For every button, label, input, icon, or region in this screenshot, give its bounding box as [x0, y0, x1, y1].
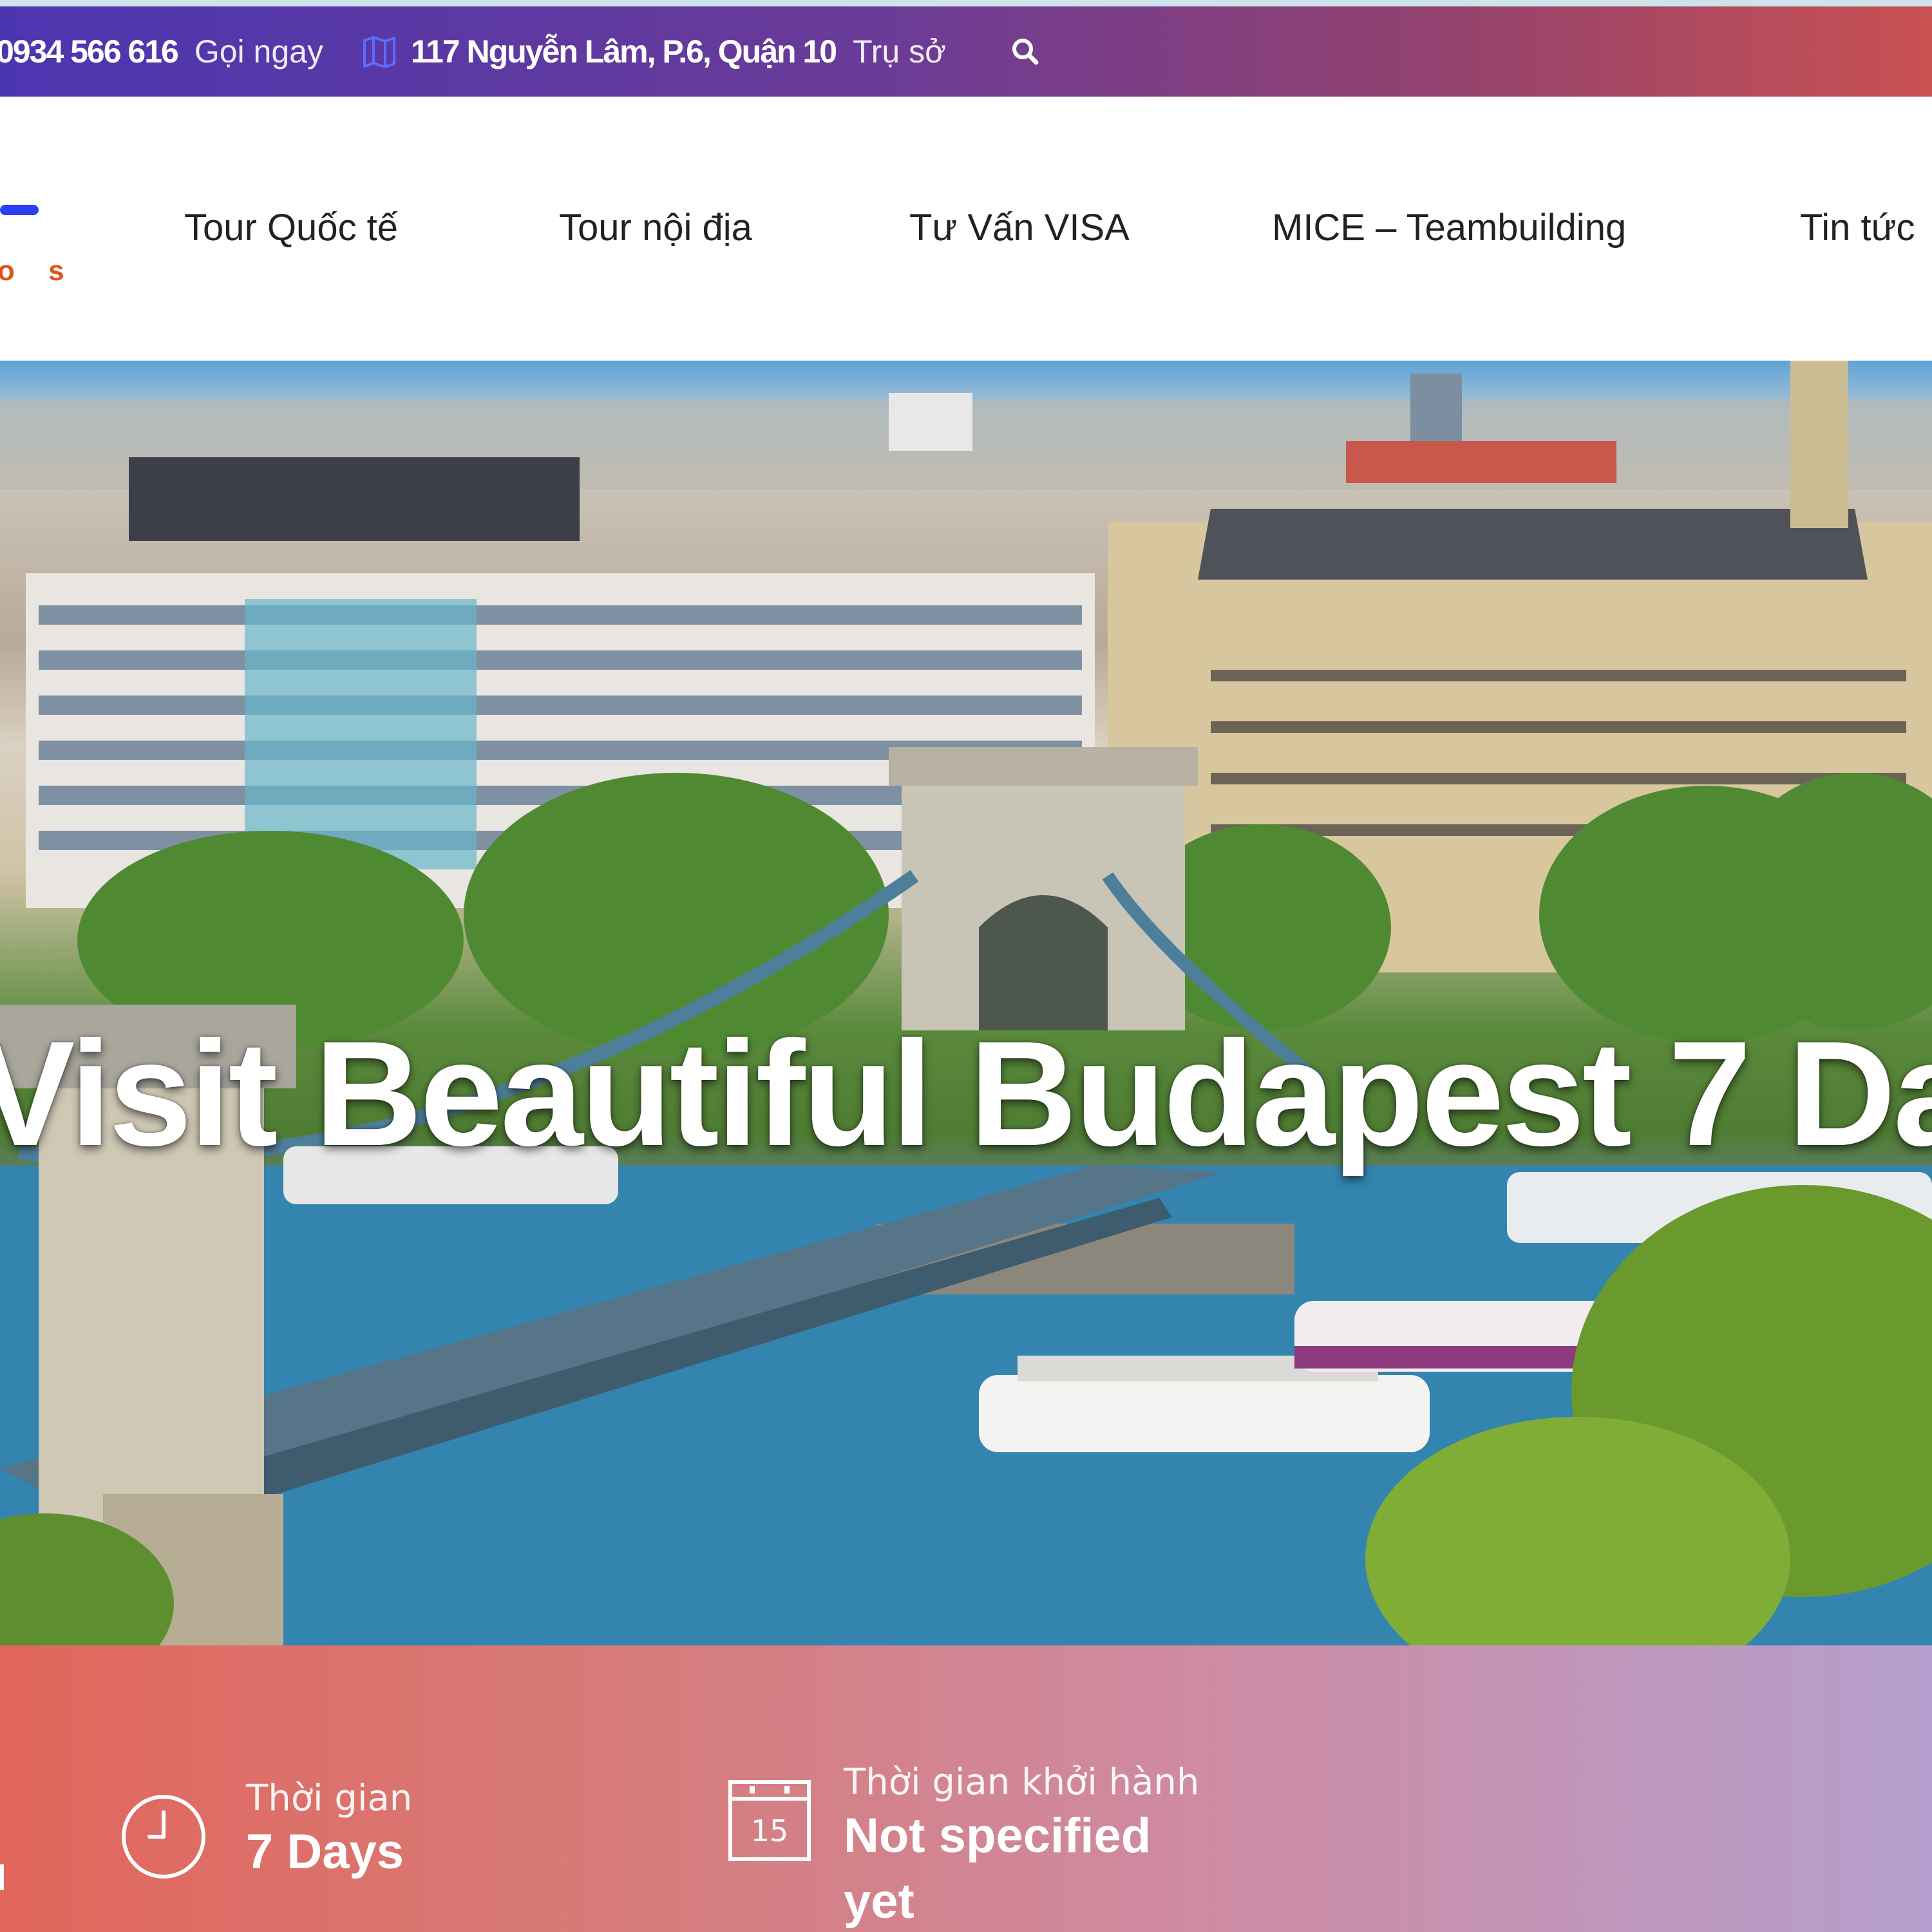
nav-item-domestic-tours[interactable]: Tour nội địa — [559, 206, 752, 249]
call-now-label: Gọi ngay — [194, 33, 323, 70]
duration-text: Thời gian 7 Days — [246, 1777, 412, 1885]
map-icon — [363, 36, 395, 68]
top-bar: 0934 566 616 Gọi ngay 117 Nguyễn Lâm, P.… — [0, 6, 1932, 97]
nav-item-visa-consulting[interactable]: Tư Vấn VISA — [909, 206, 1130, 249]
site-header: o s Tour Quốc tế Tour nội địa Tư Vấn VIS… — [0, 97, 1932, 361]
search-icon[interactable] — [1010, 37, 1040, 66]
address-contact[interactable]: 117 Nguyễn Lâm, P.6, Quận 10 Trụ sở — [411, 33, 946, 70]
page-frame: 0934 566 616 Gọi ngay 117 Nguyễn Lâm, P.… — [0, 6, 1932, 1932]
nav-item-international-tours[interactable]: Tour Quốc tế — [184, 206, 398, 249]
duration-label: Thời gian — [246, 1777, 413, 1819]
calendar-icon: 15 — [728, 1780, 811, 1861]
clock-icon — [122, 1795, 205, 1879]
hero-photo — [0, 361, 1932, 1645]
duration-value: 7 Days — [246, 1824, 404, 1879]
departure-value: Not specified yet — [844, 1808, 1151, 1929]
nav-item-mice-teambuilding[interactable]: MICE – Teambuilding — [1272, 206, 1626, 249]
logo-text[interactable]: o s — [0, 255, 77, 287]
nav-item-news[interactable]: Tin tức — [1800, 206, 1915, 249]
tour-info-strip: Thời gian 7 Days 15 Thời gian khởi hành … — [0, 1645, 1932, 1932]
hero-title: Visit Beautiful Budapest 7 Days — [0, 1010, 1932, 1177]
departure-text: Thời gian khởi hành Not specified yet — [844, 1761, 1294, 1932]
departure-info: 15 Thời gian khởi hành Not specified yet — [728, 1761, 1294, 1932]
address-text[interactable]: 117 Nguyễn Lâm, P.6, Quận 10 — [411, 33, 837, 70]
accent-marker — [0, 1864, 4, 1890]
calendar-day: 15 — [751, 1814, 789, 1848]
departure-label: Thời gian khởi hành — [844, 1761, 1200, 1803]
main-nav: Tour Quốc tế Tour nội địa Tư Vấn VISA MI… — [0, 206, 1932, 258]
duration-info: Thời gian 7 Days — [120, 1777, 412, 1885]
phone-number[interactable]: 0934 566 616 — [0, 33, 179, 70]
headquarters-label: Trụ sở — [853, 33, 946, 70]
hero-banner: Visit Beautiful Budapest 7 Days — [0, 361, 1932, 1645]
phone-contact[interactable]: 0934 566 616 Gọi ngay — [0, 33, 323, 70]
